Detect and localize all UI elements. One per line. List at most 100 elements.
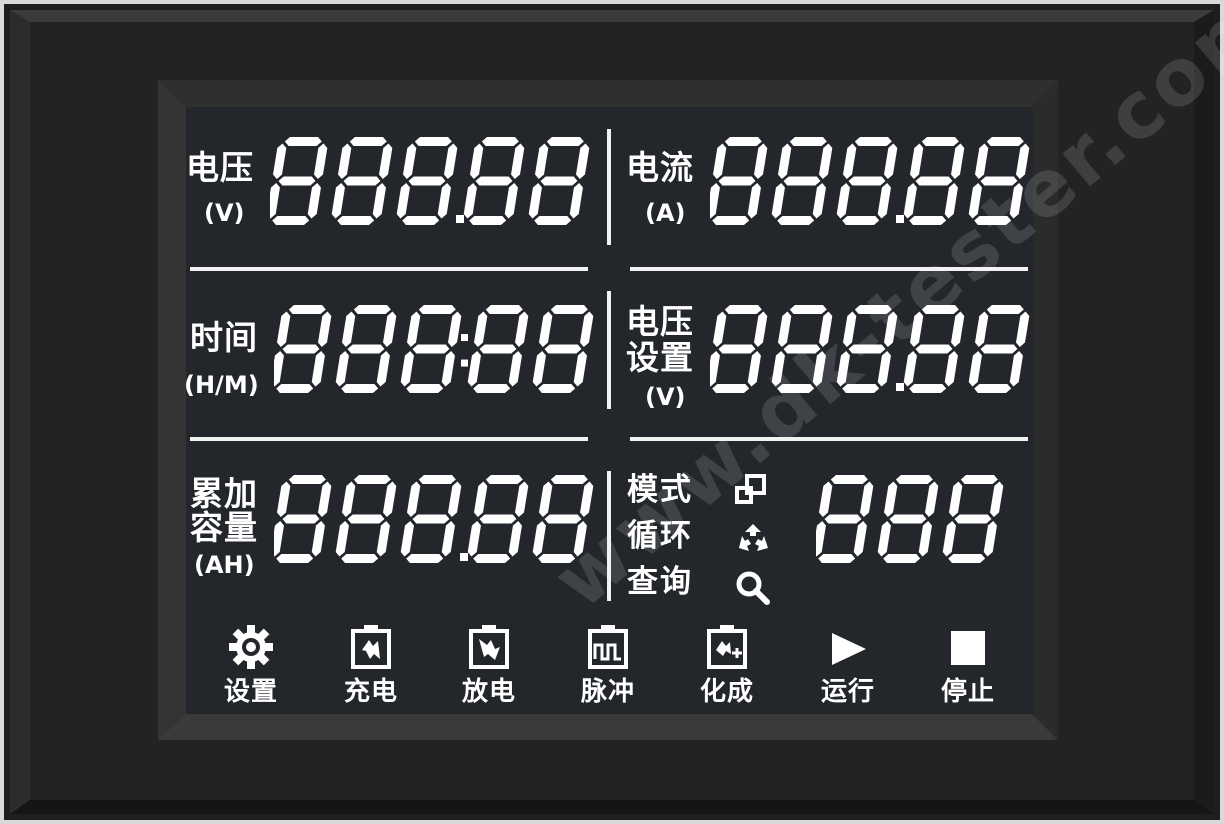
segment-c [853,521,867,557]
segment-b [883,311,898,347]
colon-dot-1 [461,359,468,367]
segment-b [313,143,328,179]
segment-f [534,143,549,179]
lcd-panel: 电压 (V) 电流 (A) 时间 (H/M) 电压 设置 (V) 累加 容量 (… [184,0,1224,714]
segment-c [747,183,761,219]
segment-c [441,351,455,387]
segment-f [883,481,898,517]
segment-d [272,216,310,225]
current-unit: (A) [645,199,686,227]
segment-b [859,481,874,517]
colon-dot-0 [461,334,468,342]
segment-g [848,176,886,186]
segment-c [1009,183,1023,219]
capacity-label-line2: 容量 [190,508,258,547]
segment-a [724,305,762,314]
pulse-button[interactable]: 脉冲 [563,623,653,713]
segment-digit-4 [528,137,590,225]
segment-g [718,344,756,354]
segment-d [469,216,507,225]
segment-e [903,183,917,219]
segment-e [771,351,785,387]
segment-g [783,344,821,354]
segment-f [402,143,417,179]
segment-f [473,481,488,517]
segment-e [903,351,917,387]
settings-button[interactable]: 设置 [206,623,296,713]
segment-f [842,311,857,347]
segment-f [974,311,989,347]
segment-f [712,143,727,179]
segment-g [278,176,316,186]
segment-e [335,351,349,387]
battery-discharge-icon [467,623,511,671]
pulse-button-label: 脉冲 [580,677,635,707]
segment-a [986,305,1024,314]
segment-c [877,351,891,387]
segment-digit-1 [335,475,397,563]
segment-a [789,137,827,146]
segment-g [824,514,862,524]
divider-horizontal-1 [190,267,588,271]
segment-a [830,475,868,484]
segment-b [950,311,965,347]
segment-a [353,305,391,314]
segment-g [915,344,953,354]
battery-formation-icon [705,623,749,671]
segment-c [812,183,826,219]
segment-d [534,216,572,225]
segment-digit-0 [266,137,328,225]
segment-digit-1 [335,305,397,393]
segment-a [960,475,998,484]
stop-icon [949,629,987,667]
segment-f [341,311,356,347]
segment-b [510,143,525,179]
segment-e [400,351,414,387]
segment-f [406,481,421,517]
segment-e [706,183,720,219]
segment-d [337,216,375,225]
segment-e [968,351,982,387]
current-label: 电流 [626,148,694,187]
segment-digit-2 [400,475,462,563]
segment-e [331,183,345,219]
segment-g [282,514,320,524]
segment-digit-2 [836,137,898,225]
segment-f [473,311,488,347]
charge-button-label: 充电 [343,677,398,707]
segment-b [514,311,529,347]
segment-digit-0 [270,305,332,393]
formation-button[interactable]: 化成 [682,623,772,713]
segment-c [508,351,522,387]
segment-b [443,143,458,179]
segment-d [909,384,947,393]
segment-b [924,481,939,517]
segment-a [418,305,456,314]
divider-vertical-1 [607,129,611,245]
stop-button[interactable]: 停止 [923,623,1013,713]
segment-c [504,183,518,219]
divider-vertical-3 [607,471,611,601]
segment-d [276,554,314,563]
segment-f [341,481,356,517]
segment-d [777,384,815,393]
segment-digit-2 [942,475,1004,563]
segment-a [546,137,584,146]
charge-button[interactable]: 充电 [326,623,416,713]
segment-b [447,481,462,517]
decimal-point [456,215,464,223]
segment-g [544,514,582,524]
divider-vertical-2 [607,291,611,409]
segment-b [382,311,397,347]
segment-f [538,481,553,517]
segment-a [284,137,322,146]
run-button[interactable]: 运行 [803,623,893,713]
segment-digit-4 [968,305,1030,393]
time-unit: (H/M) [184,371,259,399]
segment-b [883,143,898,179]
segment-d [777,216,815,225]
segment-digit-4 [968,137,1030,225]
discharge-button[interactable]: 放电 [444,623,534,713]
segment-d [402,216,440,225]
segment-a [288,305,326,314]
